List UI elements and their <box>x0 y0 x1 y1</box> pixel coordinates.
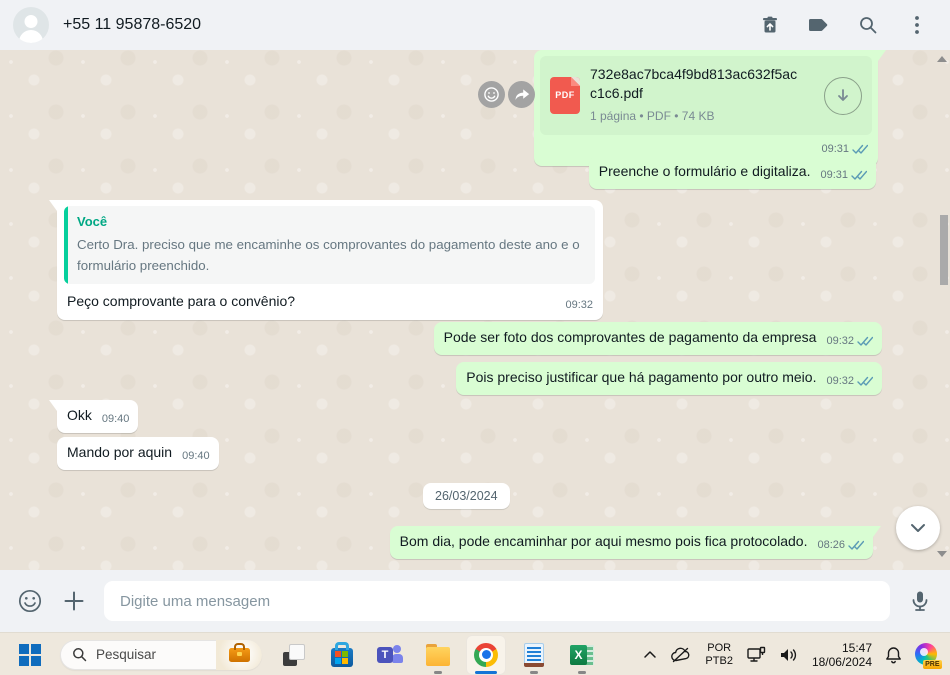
message-time: 09:31 <box>820 169 848 181</box>
message-incoming-text[interactable]: Okk 09:40 <box>48 400 139 433</box>
search-highlight-art[interactable] <box>216 639 262 670</box>
pdf-file-meta: 1 página • PDF • 74 KB <box>590 109 715 123</box>
download-icon[interactable] <box>824 76 862 115</box>
volume-icon[interactable] <box>779 647 799 663</box>
forward-icon[interactable] <box>508 81 535 108</box>
microphone-icon[interactable] <box>906 587 934 615</box>
language-indicator[interactable]: POR PTB2 <box>705 642 733 668</box>
read-ticks-icon <box>851 170 867 180</box>
message-time: 09:32 <box>826 335 854 347</box>
message-composer <box>0 570 950 632</box>
contact-phone-title[interactable]: +55 11 95878-6520 <box>63 16 201 34</box>
copilot-preview-badge: PRE <box>922 660 942 669</box>
attach-plus-icon[interactable] <box>60 587 88 615</box>
microsoft-store-icon[interactable] <box>322 635 362 675</box>
pdf-attachment-card[interactable]: PDF 732e8ac7bca4f9bd813ac632f5acc1c6.pdf… <box>540 56 872 135</box>
teams-icon[interactable]: T <box>370 635 410 675</box>
notepad-icon[interactable] <box>514 635 554 675</box>
task-view-icon[interactable] <box>274 635 314 675</box>
windows-start-icon[interactable] <box>10 635 50 675</box>
chat-header: +55 11 95878-6520 <box>0 0 950 50</box>
message-outgoing-pdf[interactable]: PDF 732e8ac7bca4f9bd813ac632f5acc1c6.pdf… <box>534 50 886 166</box>
scrollbar-thumb[interactable] <box>940 215 948 285</box>
message-time: 09:40 <box>101 413 130 425</box>
search-placeholder-text: Pesquisar <box>96 647 157 662</box>
message-outgoing-text[interactable]: Preenche o formulário e digitaliza. 09:3… <box>588 156 876 189</box>
message-incoming-with-quote[interactable]: Você Certo Dra. preciso que me encaminhe… <box>49 200 603 320</box>
message-time: 09:40 <box>182 450 210 462</box>
message-input[interactable] <box>104 581 890 621</box>
header-actions <box>759 14 928 36</box>
avatar-silhouette <box>24 15 38 28</box>
message-time: 08:26 <box>817 539 845 551</box>
copilot-icon[interactable]: PRE <box>915 643 942 669</box>
message-outgoing-text[interactable]: Bom dia, pode encaminhar por aqui mesmo … <box>389 526 882 559</box>
message-time: 09:32 <box>565 299 593 311</box>
message-incoming-text[interactable]: Mando por aquin 09:40 <box>57 437 219 470</box>
system-tray: POR PTB2 15:47 18/06/2024 PRE <box>643 641 950 669</box>
tray-chevron-up-icon[interactable] <box>643 650 657 659</box>
pdf-file-name: 732e8ac7bca4f9bd813ac632f5acc1c6.pdf <box>590 66 798 101</box>
read-ticks-icon <box>848 540 864 550</box>
scrollbar-down-arrow[interactable] <box>937 551 947 557</box>
quote-text: Certo Dra. preciso que me encaminhe os c… <box>77 237 580 273</box>
briefcase-icon <box>228 642 250 662</box>
message-outgoing-text[interactable]: Pois preciso justificar que há pagamento… <box>456 362 882 395</box>
trash-delete-icon[interactable] <box>759 14 781 36</box>
ethernet-icon[interactable] <box>746 646 766 664</box>
taskbar-clock[interactable]: 15:47 18/06/2024 <box>812 641 872 669</box>
chrome-icon[interactable] <box>466 634 506 675</box>
chevron-down-icon <box>911 524 925 532</box>
notifications-bell-icon[interactable] <box>885 646 902 664</box>
scroll-to-bottom-button[interactable] <box>896 506 940 550</box>
whatsapp-desktop-window: +55 11 95878-6520 PDF 732e8ac7bca4f9bd81… <box>0 0 950 675</box>
message-time: 09:32 <box>826 375 854 387</box>
emoji-icon[interactable] <box>16 587 44 615</box>
pdf-file-icon: PDF <box>550 77 580 114</box>
taskbar-apps: T X <box>274 634 602 675</box>
message-outgoing-text[interactable]: Pode ser foto dos comprovantes de pagame… <box>433 322 882 355</box>
search-icon <box>73 648 87 662</box>
windows-taskbar: Pesquisar T X POR PTB2 15:47 18/06/2024 … <box>0 632 950 675</box>
scrollbar-up-arrow[interactable] <box>937 56 947 62</box>
contact-avatar[interactable] <box>13 7 49 43</box>
file-explorer-icon[interactable] <box>418 635 458 675</box>
onedrive-offline-cloud-icon[interactable] <box>670 647 692 663</box>
read-ticks-icon <box>852 144 868 154</box>
date-divider: 26/03/2024 <box>423 483 510 509</box>
search-icon[interactable] <box>857 14 879 36</box>
quoted-reply-block[interactable]: Você Certo Dra. preciso que me encaminhe… <box>64 206 595 284</box>
emoji-react-icon[interactable] <box>478 81 505 108</box>
kebab-menu-icon[interactable] <box>906 14 928 36</box>
quote-author: Você <box>77 214 108 229</box>
excel-icon[interactable]: X <box>562 635 602 675</box>
label-tag-icon[interactable] <box>808 14 830 36</box>
read-ticks-icon <box>857 376 873 386</box>
taskbar-search-box[interactable]: Pesquisar <box>60 639 262 670</box>
read-ticks-icon <box>857 336 873 346</box>
chat-message-area: PDF 732e8ac7bca4f9bd813ac632f5acc1c6.pdf… <box>0 50 950 570</box>
